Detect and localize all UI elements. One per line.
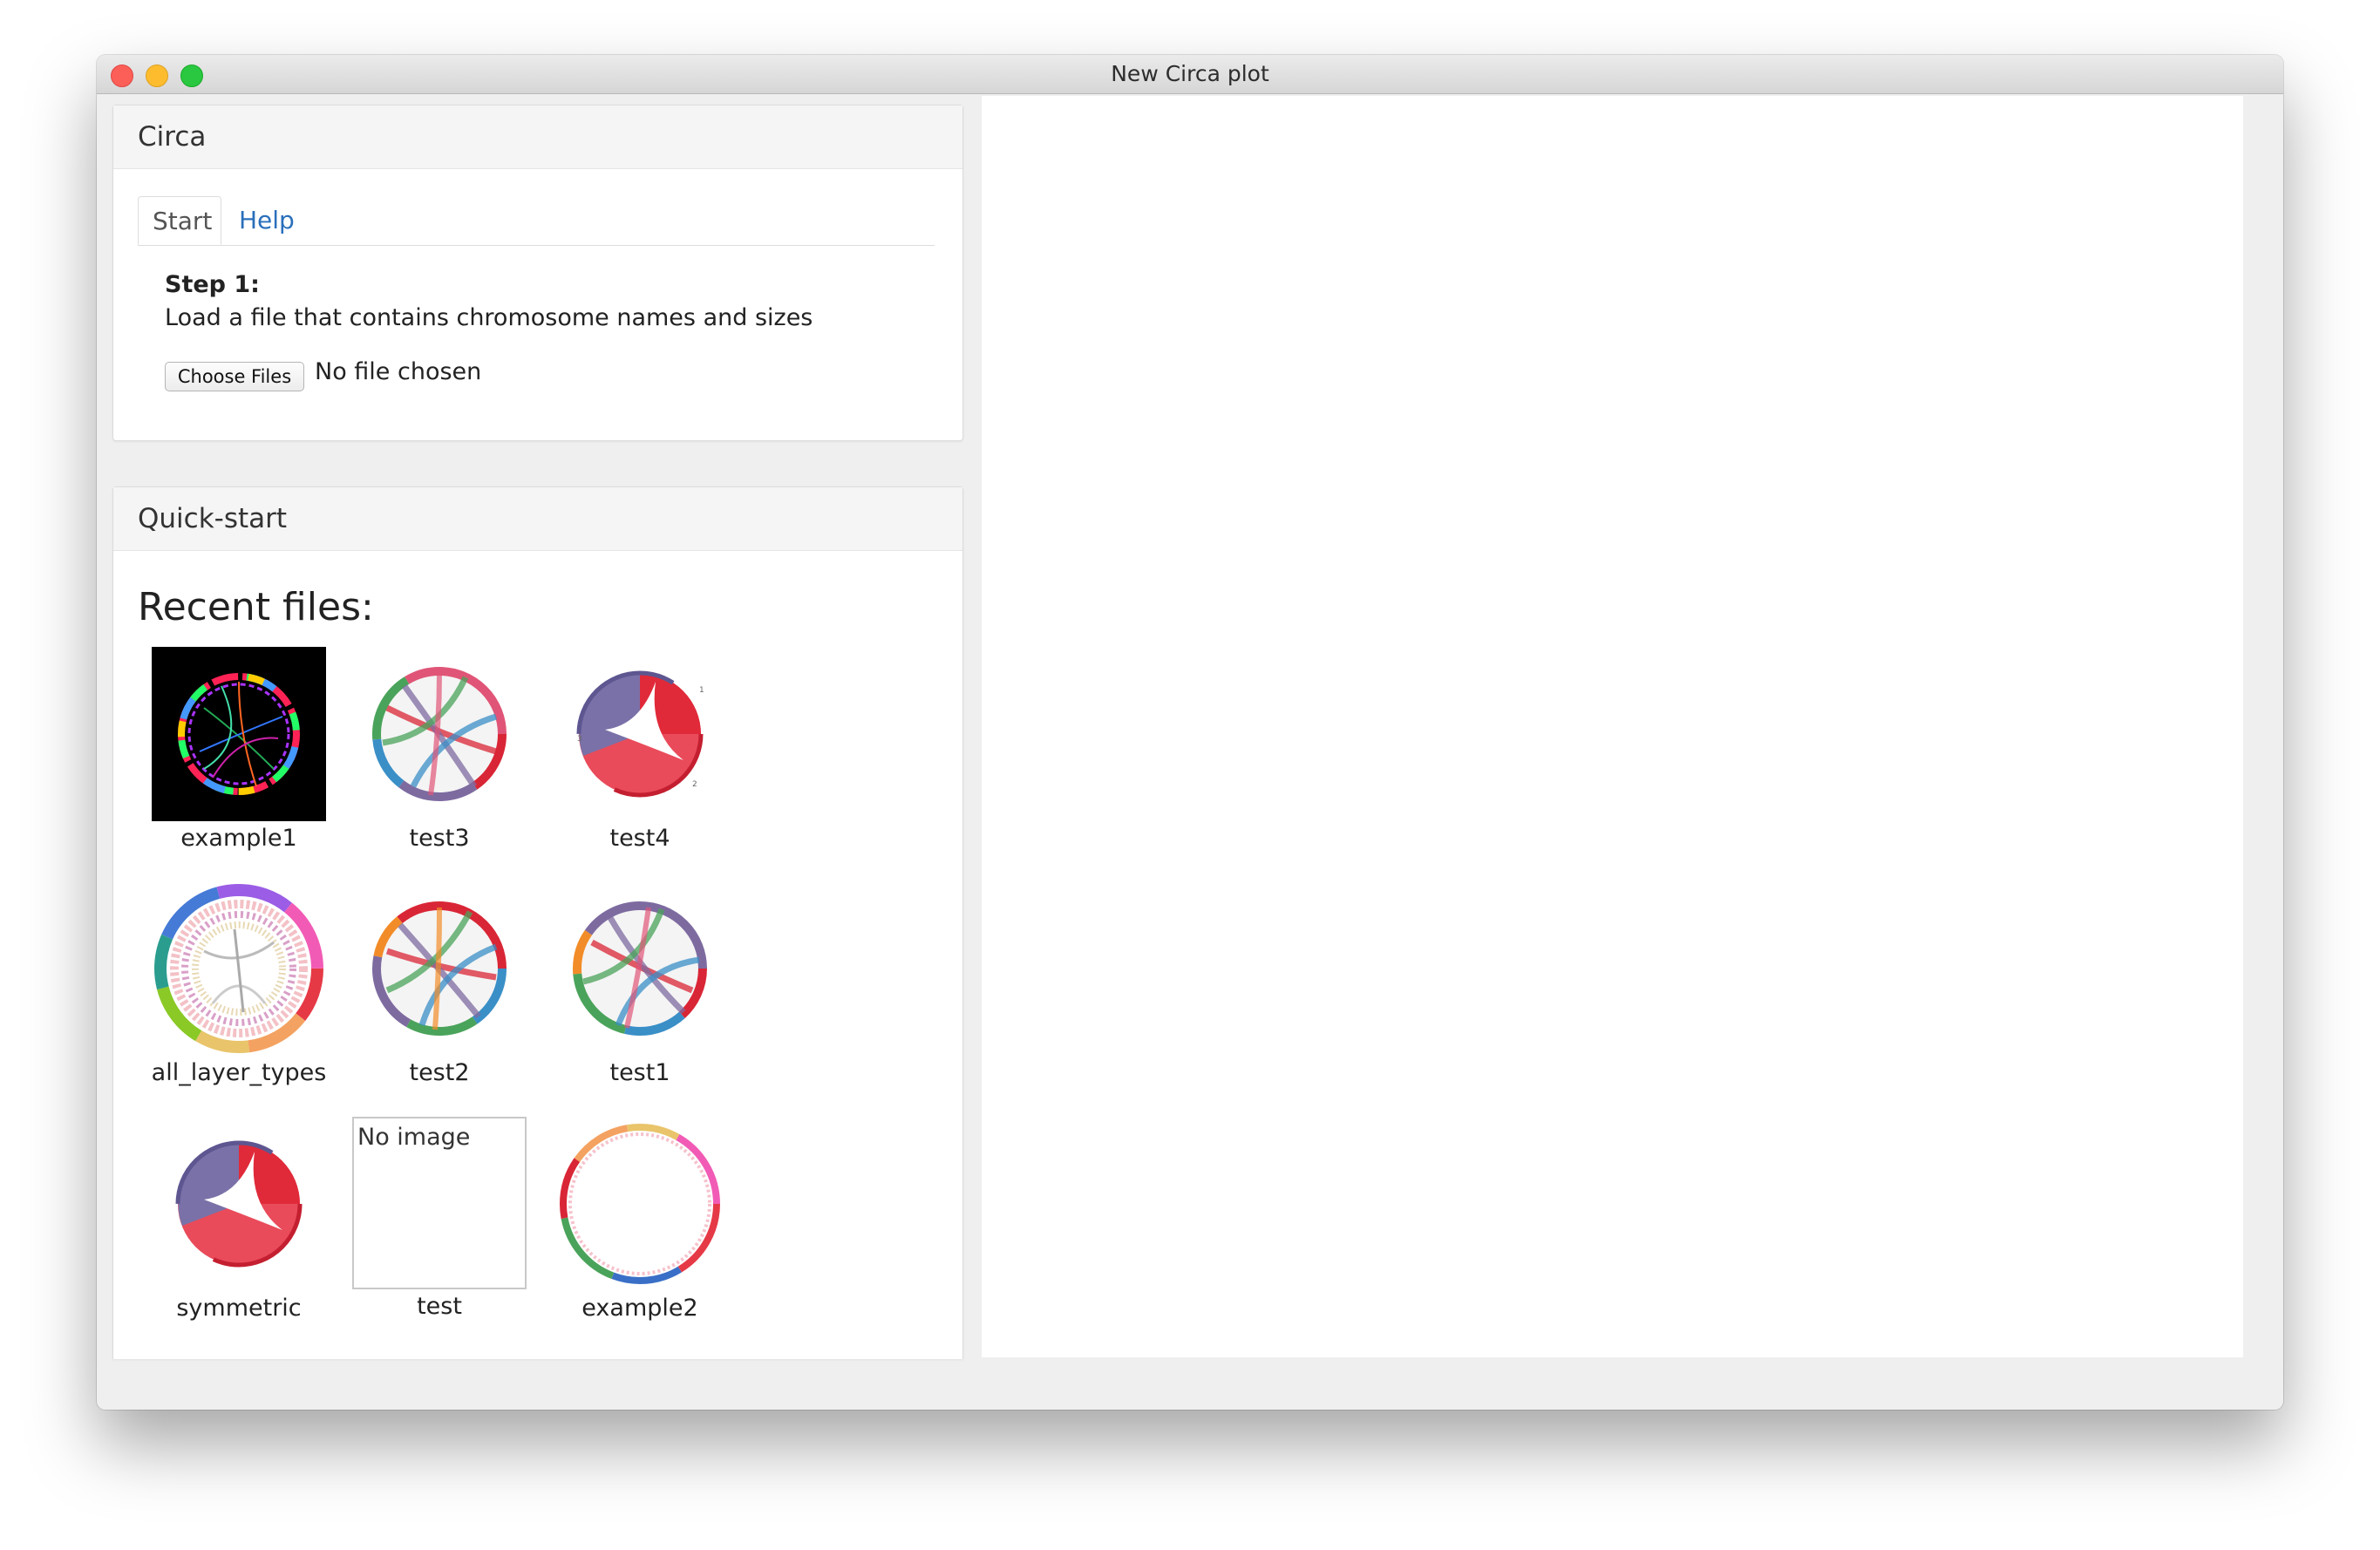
choose-files-button[interactable]: Choose Files [165,362,304,391]
window-title: New Circa plot [1111,61,1269,86]
step-description: Load a file that contains chromosome nam… [165,304,813,331]
dark-rainbow-circos-thumb [152,647,326,821]
recent-file-name: test3 [409,825,470,852]
recent-file-name: example2 [581,1295,698,1322]
recent-file-item[interactable]: 3 1 2 test4 [544,647,736,852]
no-image-placeholder: No image [352,1117,527,1289]
recent-file-name: all_layer_types [151,1059,327,1086]
recent-file-name: test [417,1293,462,1320]
recent-file-name: test2 [409,1059,470,1086]
recent-file-item[interactable]: test2 [343,881,535,1086]
svg-text:3: 3 [577,735,582,744]
svg-text:1: 1 [699,686,704,695]
red-purple-chord-thumb [175,1140,303,1268]
recent-file-name: example1 [180,825,297,852]
recent-file-item[interactable]: example1 [143,647,335,852]
recent-file-name: symmetric [176,1295,302,1322]
chord-thumb [573,901,707,1036]
plot-canvas[interactable] [982,96,2243,1357]
recent-file-item[interactable]: test1 [544,881,736,1086]
circa-panel-title: Circa [113,105,962,169]
red-purple-chord-thumb: 3 1 2 [576,670,704,798]
rainbow-ring-thumb [560,1124,720,1284]
recent-file-item[interactable]: all_layer_types [143,881,335,1086]
quickstart-panel: Quick-start Recent files: example1 test3… [112,486,963,1359]
chord-thumb [372,667,507,801]
recent-file-item[interactable]: No image test [343,1117,535,1320]
recent-file-item[interactable]: symmetric [143,1117,335,1322]
svg-text:2: 2 [692,780,697,789]
tab-bar: Start Help [138,196,935,246]
recent-file-item[interactable]: example2 [544,1117,736,1322]
file-status: No file chosen [315,358,482,385]
content-area: Circa Start Help Step 1: Load a file tha… [97,94,2283,1410]
quickstart-panel-title: Quick-start [113,487,962,551]
app-window: New Circa plot Circa Start Help Step 1: … [97,55,2283,1410]
circa-panel: Circa Start Help Step 1: Load a file tha… [112,105,963,441]
recent-file-name: test1 [609,1059,670,1086]
recent-file-name: test4 [609,825,670,852]
multilayer-rainbow-thumb [154,884,323,1053]
recent-files-heading: Recent files: [138,585,374,629]
chord-thumb [372,901,507,1036]
step-title: Step 1: [165,271,260,298]
tab-help[interactable]: Help [225,196,309,245]
title-bar[interactable]: New Circa plot [97,55,2283,94]
recent-file-item[interactable]: test3 [343,647,535,852]
tab-start[interactable]: Start [138,196,221,245]
